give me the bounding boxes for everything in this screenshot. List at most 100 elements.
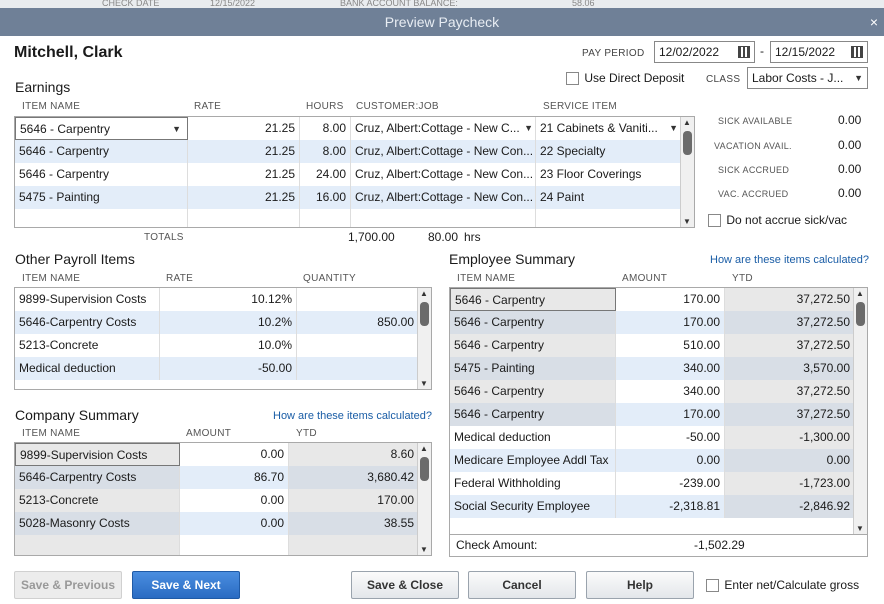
company-amount[interactable]: 0.00 [180, 512, 289, 535]
empty-cell[interactable] [15, 535, 180, 555]
table-row[interactable]: 5213-Concrete 0.00 170.00 [15, 489, 419, 512]
empty-cell[interactable] [536, 209, 681, 227]
employee-amount[interactable]: -2,318.81 [616, 495, 725, 518]
table-row[interactable]: Medical deduction -50.00 [15, 357, 419, 380]
employee-amount[interactable]: 340.00 [616, 380, 725, 403]
help-button[interactable]: Help [586, 571, 694, 599]
other-rate[interactable]: 10.12% [160, 288, 297, 311]
table-row[interactable]: 5646 - Carpentry 510.00 37,272.50 [450, 334, 855, 357]
table-row[interactable]: 5646 - Carpentry ▼ 21.25 8.00 Cruz, Alber… [15, 117, 681, 140]
table-row[interactable]: 5028-Masonry Costs 0.00 38.55 [15, 512, 419, 535]
earnings-scrollbar[interactable]: ▲ ▼ [680, 117, 694, 227]
other-qty[interactable]: 850.00 [297, 311, 419, 334]
employee-amount[interactable]: 0.00 [616, 449, 725, 472]
earnings-hours[interactable]: 16.00 [300, 186, 351, 209]
scroll-up-icon[interactable]: ▲ [683, 118, 691, 127]
employee-item[interactable]: Medicare Employee Addl Tax [450, 449, 616, 472]
close-icon[interactable]: × [870, 8, 878, 36]
company-item[interactable]: 5028-Masonry Costs [15, 512, 180, 535]
earnings-item-cell[interactable]: 5646 - Carpentry ▼ [15, 117, 188, 140]
cancel-button[interactable]: Cancel [468, 571, 576, 599]
other-item[interactable]: 9899-Supervision Costs [15, 288, 160, 311]
table-row-empty[interactable] [15, 209, 681, 227]
scroll-thumb[interactable] [420, 302, 429, 326]
other-item[interactable]: Medical deduction [15, 357, 160, 380]
table-row[interactable]: 9899-Supervision Costs 10.12% [15, 288, 419, 311]
scroll-down-icon[interactable]: ▼ [683, 217, 691, 226]
table-row[interactable]: 5646 - Carpentry 21.25 24.00 Cruz, Alber… [15, 163, 681, 186]
employee-item[interactable]: 5646 - Carpentry [450, 380, 616, 403]
company-item[interactable]: 9899-Supervision Costs [15, 443, 180, 466]
net-gross-toggle[interactable]: Enter net/Calculate gross [706, 578, 859, 593]
earnings-job[interactable]: Cruz, Albert:Cottage - New Con... [351, 163, 536, 186]
table-row[interactable]: Federal Withholding -239.00 -1,723.00 [450, 472, 855, 495]
net-gross-checkbox[interactable] [706, 579, 719, 593]
employee-amount[interactable]: 170.00 [616, 288, 725, 311]
scroll-up-icon[interactable]: ▲ [420, 289, 428, 298]
employee-item[interactable]: Federal Withholding [450, 472, 616, 495]
table-row[interactable]: Social Security Employee -2,318.81 -2,846.… [450, 495, 855, 518]
direct-deposit-toggle[interactable]: Use Direct Deposit [566, 71, 684, 86]
chevron-down-icon[interactable]: ▼ [854, 73, 863, 83]
table-row[interactable]: 5475 - Painting 340.00 3,570.00 [450, 357, 855, 380]
table-row[interactable]: 5475 - Painting 21.25 16.00 Cruz, Albert… [15, 186, 681, 209]
earnings-job[interactable]: Cruz, Albert:Cottage - New Con... [351, 140, 536, 163]
other-qty[interactable] [297, 357, 419, 380]
table-row[interactable]: 5646 - Carpentry 21.25 8.00 Cruz, Albert… [15, 140, 681, 163]
employee-summary-grid[interactable]: 5646 - Carpentry 170.00 37,272.50 5646 - C… [449, 287, 868, 535]
earnings-hours[interactable]: 8.00 [300, 117, 351, 140]
employee-amount[interactable]: 510.00 [616, 334, 725, 357]
company-amount[interactable]: 0.00 [180, 489, 289, 512]
earnings-service-cell[interactable]: 21 Cabinets & Vaniti... ▼ [536, 117, 681, 140]
employee-item[interactable]: Social Security Employee [450, 495, 616, 518]
calendar-icon[interactable] [851, 46, 863, 58]
empty-cell[interactable] [15, 209, 188, 227]
company-item[interactable]: 5213-Concrete [15, 489, 180, 512]
empty-cell[interactable] [180, 535, 289, 555]
company-item[interactable]: 5646-Carpentry Costs [15, 466, 180, 489]
earnings-item[interactable]: 5646 - Carpentry [15, 163, 188, 186]
table-row-empty[interactable] [15, 535, 419, 555]
other-qty[interactable] [297, 288, 419, 311]
table-row[interactable]: 5646 - Carpentry 170.00 37,272.50 [450, 311, 855, 334]
table-row[interactable]: 5213-Concrete 10.0% [15, 334, 419, 357]
chevron-down-icon[interactable]: ▼ [669, 117, 678, 140]
earnings-service[interactable]: 22 Specialty [536, 140, 681, 163]
scroll-thumb[interactable] [683, 131, 692, 155]
calendar-icon[interactable] [738, 46, 750, 58]
company-summary-grid[interactable]: 9899-Supervision Costs 0.00 8.60 5646-Ca… [14, 442, 432, 556]
no-accrue-checkbox[interactable] [708, 214, 721, 228]
other-qty[interactable] [297, 334, 419, 357]
employee-item[interactable]: 5646 - Carpentry [450, 403, 616, 426]
table-row[interactable]: Medicare Employee Addl Tax 0.00 0.00 [450, 449, 855, 472]
earnings-item[interactable]: 5475 - Painting [15, 186, 188, 209]
earnings-hours[interactable]: 8.00 [300, 140, 351, 163]
empty-cell[interactable] [300, 209, 351, 227]
earnings-grid[interactable]: 5646 - Carpentry ▼ 21.25 8.00 Cruz, Alber… [14, 116, 695, 228]
other-rate[interactable]: -50.00 [160, 357, 297, 380]
scroll-thumb[interactable] [420, 457, 429, 481]
company-amount[interactable]: 86.70 [180, 466, 289, 489]
employee-item[interactable]: 5646 - Carpentry [450, 334, 616, 357]
scroll-down-icon[interactable]: ▼ [420, 545, 428, 554]
pay-period-end-field[interactable]: 12/15/2022 [770, 41, 868, 63]
scroll-down-icon[interactable]: ▼ [856, 524, 864, 533]
other-payroll-scrollbar[interactable]: ▲ ▼ [417, 288, 431, 389]
class-select[interactable]: Labor Costs - J... ▼ [747, 67, 868, 89]
scroll-down-icon[interactable]: ▼ [420, 379, 428, 388]
table-row[interactable]: 5646-Carpentry Costs 86.70 3,680.42 [15, 466, 419, 489]
table-row[interactable]: Medical deduction -50.00 -1,300.00 [450, 426, 855, 449]
employee-amount[interactable]: -50.00 [616, 426, 725, 449]
company-summary-scrollbar[interactable]: ▲ ▼ [417, 443, 431, 555]
employee-summary-scrollbar[interactable]: ▲ ▼ [853, 288, 867, 534]
pay-period-start-field[interactable]: 12/02/2022 [654, 41, 755, 63]
other-item[interactable]: 5646-Carpentry Costs [15, 311, 160, 334]
employee-item[interactable]: Medical deduction [450, 426, 616, 449]
table-row[interactable]: 5646-Carpentry Costs 10.2% 850.00 [15, 311, 419, 334]
save-previous-button[interactable]: Save & Previous [14, 571, 122, 599]
earnings-rate[interactable]: 21.25 [188, 140, 300, 163]
other-payroll-grid[interactable]: 9899-Supervision Costs 10.12% 5646-Carpe… [14, 287, 432, 390]
earnings-item[interactable]: 5646 - Carpentry [15, 140, 188, 163]
employee-amount[interactable]: 340.00 [616, 357, 725, 380]
scroll-thumb[interactable] [856, 302, 865, 326]
